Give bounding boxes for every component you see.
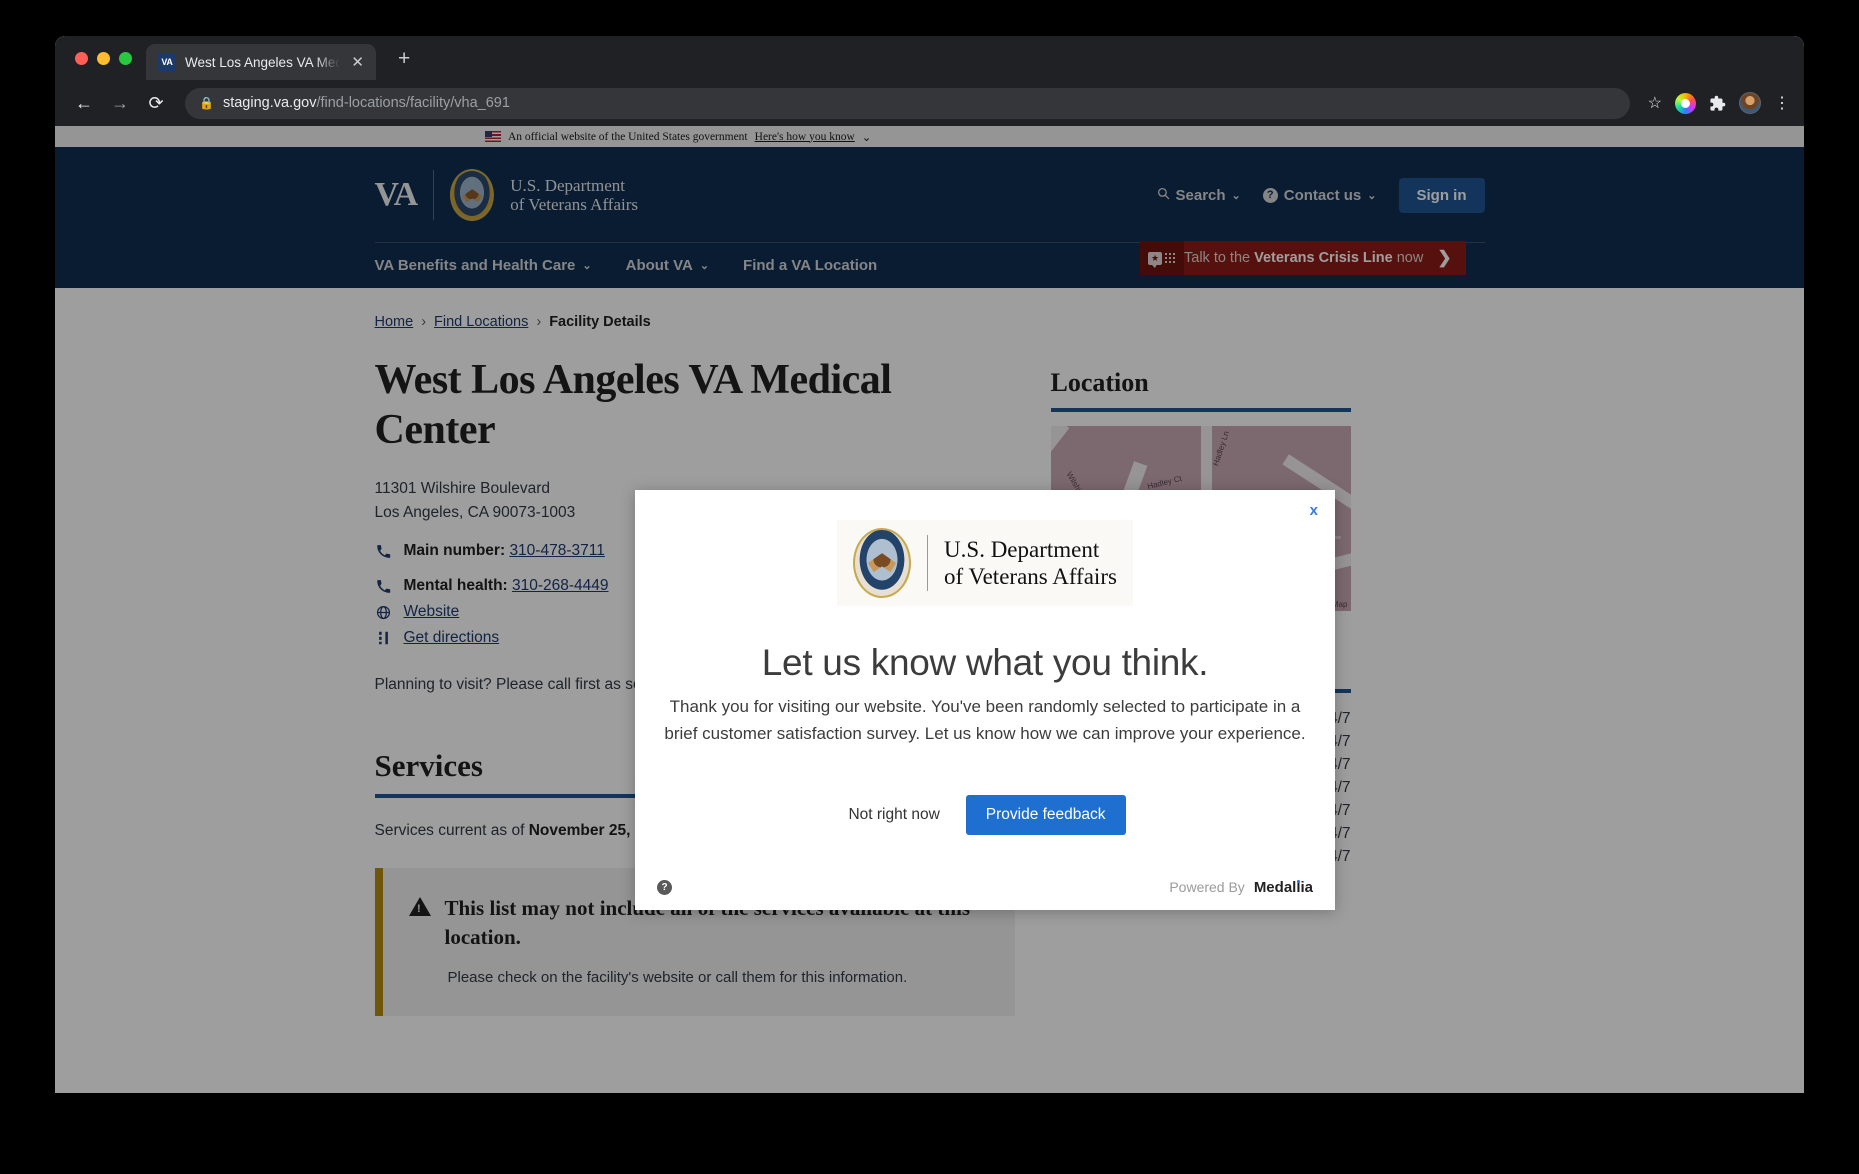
browser-window: VA West Los Angeles VA Medical C ✕ + ← →… [55, 36, 1804, 1093]
modal-dept-line-1: U.S. Department [944, 536, 1100, 562]
logo-divider [927, 535, 929, 591]
address-bar[interactable]: 🔒 staging.va.gov/find-locations/facility… [185, 87, 1630, 119]
tab-title: West Los Angeles VA Medical C [185, 54, 341, 70]
browser-tab-active[interactable]: VA West Los Angeles VA Medical C ✕ [146, 44, 376, 80]
modal-heading: Let us know what you think. [761, 642, 1209, 683]
url-path: /find-locations/facility/vha_691 [316, 95, 510, 111]
page-viewport: An official website of the United States… [55, 126, 1804, 1093]
survey-modal: x U.S. Department of Veterans Affairs Le… [635, 490, 1335, 910]
url-host: staging.va.gov [222, 95, 317, 111]
tab-favicon-va: VA [158, 53, 176, 71]
provide-feedback-button[interactable]: Provide feedback [965, 794, 1126, 835]
modal-body-text: Thank you for visiting our website. You'… [664, 697, 1306, 743]
close-window-button[interactable] [75, 51, 88, 65]
browser-toolbar: ← → ⟳ 🔒 staging.va.gov/find-locations/fa… [55, 80, 1804, 126]
modal-logo-area: U.S. Department of Veterans Affairs [635, 490, 1335, 606]
minimize-window-button[interactable] [97, 51, 110, 65]
modal-actions: Not right now Provide feedback [635, 794, 1335, 835]
help-question-icon[interactable]: ? [657, 880, 672, 895]
chrome-menu-icon[interactable]: ⋮ [1774, 93, 1790, 113]
maximize-window-button[interactable] [119, 51, 132, 65]
modal-department-name: U.S. Department of Veterans Affairs [944, 536, 1117, 590]
powered-by: Powered By Medallia [1169, 879, 1313, 896]
modal-footer: ? Powered By Medallia [635, 879, 1335, 896]
new-tab-button[interactable]: + [390, 46, 418, 71]
color-circle-icon[interactable] [1675, 92, 1696, 114]
window-traffic-lights [71, 36, 146, 80]
toolbar-icon-group: ☆ ⋮ [1644, 92, 1790, 114]
powered-by-label: Powered By [1169, 879, 1245, 895]
bookmark-star-icon[interactable]: ☆ [1648, 93, 1662, 113]
va-seal-icon [853, 528, 912, 598]
back-button[interactable]: ← [69, 88, 99, 118]
tab-close-icon[interactable]: ✕ [349, 53, 366, 72]
not-right-now-button[interactable]: Not right now [844, 797, 943, 833]
extensions-puzzle-icon[interactable] [1709, 95, 1726, 112]
close-icon[interactable]: x [1310, 502, 1318, 519]
vendor-name: Medallia [1253, 879, 1313, 896]
modal-dept-line-2: of Veterans Affairs [944, 564, 1117, 589]
browser-tabstrip: VA West Los Angeles VA Medical C ✕ + [55, 36, 1804, 80]
forward-button[interactable]: → [105, 88, 135, 118]
lock-icon: 🔒 [199, 96, 214, 110]
profile-avatar[interactable] [1739, 92, 1761, 114]
reload-button[interactable]: ⟳ [141, 88, 171, 118]
modal-va-logo: U.S. Department of Veterans Affairs [837, 520, 1133, 606]
